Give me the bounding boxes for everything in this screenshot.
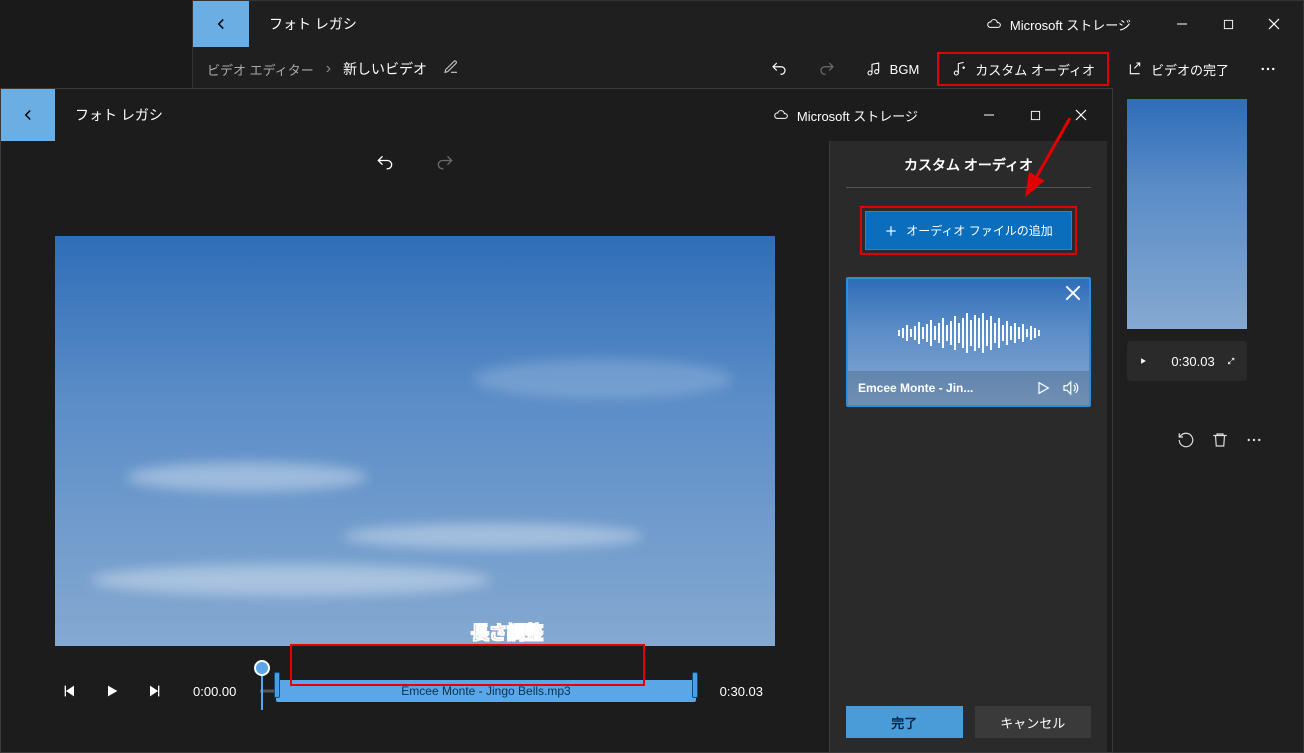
add-audio-file-button[interactable]: オーディオ ファイルの追加 [865,211,1072,250]
card-remove-button[interactable] [1065,285,1081,306]
custom-audio-label: カスタム オーディオ [975,60,1095,79]
back-toolbar: ビデオ エディター › 新しいビデオ BGM カスタム オーディオ ビデオの [193,47,1303,91]
fullscreen-icon[interactable] [1227,354,1235,368]
chevron-right-icon: › [326,60,331,78]
breadcrumb[interactable]: ビデオ エディター [207,60,314,79]
video-preview [55,236,775,646]
front-app-title: フォト レガシ [75,105,163,125]
bgm-label: BGM [890,62,920,77]
more-button[interactable] [1247,52,1289,86]
close-button[interactable] [1253,8,1295,40]
back-timeline-info: 0:30.03 [1127,341,1247,381]
clip-handle-left[interactable] [274,672,280,698]
add-audio-label: オーディオ ファイルの追加 [906,222,1053,239]
minimize-button[interactable] [1161,8,1203,40]
storage-label: Microsoft ストレージ [1010,15,1131,34]
finish-label: ビデオの完了 [1151,60,1229,79]
play-icon[interactable] [1139,354,1147,368]
panel-footer: 完了 キャンセル [846,706,1091,738]
front-back-button[interactable] [1,89,55,141]
preview-column: 0:00.00 Emcee Monte - Jingo Bells.mp3 0:… [1,141,829,752]
custom-audio-button[interactable]: カスタム オーディオ [937,52,1109,86]
storage-link[interactable]: Microsoft ストレージ [986,15,1131,34]
edit-name-button[interactable] [443,59,459,80]
clip-label: Emcee Monte - Jingo Bells.mp3 [401,684,570,698]
clip-handle-right[interactable] [692,672,698,698]
card-volume-icon[interactable] [1061,379,1079,397]
play-button[interactable] [97,676,127,706]
delete-icon[interactable] [1211,431,1229,449]
back-app-title: フォト レガシ [269,14,357,34]
waveform-icon [860,313,1077,353]
project-name: 新しいビデオ [343,59,427,79]
front-storage-label: Microsoft ストレージ [797,106,918,125]
front-close-button[interactable] [1060,99,1102,131]
back-button[interactable] [193,1,249,47]
more-icon[interactable] [1245,431,1263,449]
rotate-icon[interactable] [1177,431,1195,449]
card-play-icon[interactable] [1035,380,1051,396]
back-clip-tools [1177,431,1263,449]
front-storage-link[interactable]: Microsoft ストレージ [773,106,918,125]
length-annotation: 長さ調整 [471,619,543,645]
step-forward-button[interactable] [139,676,169,706]
cancel-button[interactable]: キャンセル [975,706,1092,738]
finish-video-button[interactable]: ビデオの完了 [1115,52,1241,86]
front-minimize-button[interactable] [968,99,1010,131]
step-back-button[interactable] [55,676,85,706]
window-controls [1161,8,1295,40]
foreground-window: フォト レガシ Microsoft ストレージ [0,88,1113,753]
done-button[interactable]: 完了 [846,706,963,738]
front-titlebar: フォト レガシ Microsoft ストレージ [1,89,1112,141]
front-redo-button [435,153,455,178]
redo-button [806,52,848,86]
maximize-button[interactable] [1207,8,1249,40]
audio-card[interactable]: Emcee Monte - Jin... [846,277,1091,407]
back-duration: 0:30.03 [1171,354,1214,369]
back-titlebar: フォト レガシ Microsoft ストレージ [193,1,1303,47]
panel-title: カスタム オーディオ [846,155,1091,188]
current-time: 0:00.00 [193,684,236,699]
custom-audio-panel: カスタム オーディオ オーディオ ファイルの追加 [829,141,1107,752]
card-title: Emcee Monte - Jin... [858,381,1025,395]
back-video-preview [1127,99,1247,329]
front-maximize-button[interactable] [1014,99,1056,131]
annotation-highlight-box [290,644,645,686]
end-time: 0:30.03 [720,684,763,699]
undo-button[interactable] [758,52,800,86]
playhead[interactable] [254,660,270,676]
front-body: 0:00.00 Emcee Monte - Jingo Bells.mp3 0:… [1,141,1112,752]
bgm-button[interactable]: BGM [854,52,932,86]
front-undo-button[interactable] [375,153,395,178]
